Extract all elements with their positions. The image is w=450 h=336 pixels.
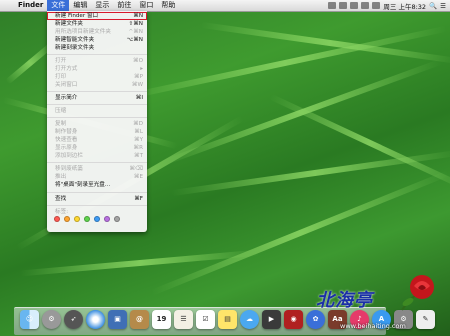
menu-separator (47, 104, 147, 105)
menu-edit[interactable]: 编辑 (69, 0, 91, 11)
menu-item-move-to-trash[interactable]: 移到废纸篓 ⌘⌫ (47, 165, 147, 173)
menu-separator (47, 162, 147, 163)
facetime-icon[interactable]: ▶ (262, 310, 281, 329)
bluetooth-icon[interactable] (328, 2, 337, 9)
menu-item-get-info[interactable]: 显示简介 ⌘I (47, 94, 147, 102)
menu-view[interactable]: 显示 (91, 0, 113, 11)
tag-gray-dot[interactable] (114, 216, 120, 222)
rose-logo (401, 275, 434, 311)
menu-file[interactable]: 文件 (47, 0, 70, 11)
reminders-icon[interactable]: ☑ (196, 310, 215, 329)
menu-separator (47, 117, 147, 118)
tag-red-dot[interactable] (54, 216, 60, 222)
menu-item-make-alias[interactable]: 制作替身 ⌘L (47, 128, 147, 136)
messages-icon[interactable]: ☁ (240, 310, 259, 329)
battery-icon[interactable] (361, 2, 370, 9)
menu-help[interactable]: 帮助 (157, 0, 179, 11)
menu-item-new-folder-with-selection[interactable]: 用所选项目新建文件夹 ^⌘N (47, 28, 147, 36)
rocket-icon[interactable]: ➶ (64, 310, 83, 329)
menu-item-duplicate[interactable]: 复制 ⌘D (47, 120, 147, 128)
menu-item-open-with[interactable]: 打开方式 ▸ (47, 65, 147, 73)
menu-go[interactable]: 前往 (113, 0, 135, 11)
menu-window[interactable]: 窗口 (135, 0, 157, 11)
launchpad-icon[interactable]: ⚙ (42, 310, 61, 329)
menu-separator (47, 192, 147, 193)
tag-green-dot[interactable] (84, 216, 90, 222)
menu-item-compress[interactable]: 压缩 (47, 107, 147, 115)
menu-item-new-folder[interactable]: 新建文件夹 ⇧⌘N (47, 20, 147, 28)
watermark-url: www.beihaiting.com (340, 322, 406, 330)
menu-item-open[interactable]: 打开 ⌘O (47, 57, 147, 65)
notification-center-icon[interactable]: ☰ (440, 2, 446, 10)
menu-item-eject[interactable]: 推出 ⌘E (47, 173, 147, 181)
menu-separator (47, 54, 147, 55)
menu-item-quick-look[interactable]: 快速查看 ⌘Y (47, 136, 147, 144)
menu-item-new-finder-window[interactable]: 新建 Finder 窗口 ⌘N (47, 12, 147, 20)
menu-item-find[interactable]: 查找 ⌘F (47, 195, 147, 203)
menu-item-print[interactable]: 打印 ⌘P (47, 73, 147, 81)
menu-item-new-smart-folder[interactable]: 新建智能文件夹 ⌥⌘N (47, 36, 147, 44)
safari-icon[interactable]: ✦ (86, 310, 105, 329)
menu-item-close-window[interactable]: 关闭窗口 ⌘W (47, 81, 147, 89)
textedit-icon[interactable]: ✎ (416, 310, 435, 329)
tag-colors (54, 216, 120, 222)
menu-item-burn-desktop[interactable]: 将"桌面"刻录至光盘... (47, 181, 147, 189)
menu-separator (47, 91, 147, 92)
tag-purple-dot[interactable] (104, 216, 110, 222)
tag-yellow-dot[interactable] (74, 216, 80, 222)
tag-blue-dot[interactable] (94, 216, 100, 222)
photos-icon[interactable]: ✿ (306, 310, 325, 329)
input-method-icon[interactable] (372, 2, 381, 9)
menu-item-add-to-sidebar[interactable]: 添加到边栏 ⌘T (47, 152, 147, 160)
spotlight-icon[interactable]: 🔍 (429, 2, 437, 10)
preview-icon[interactable]: ▣ (108, 310, 127, 329)
watermark-title: 北海亭 (316, 290, 373, 311)
contacts-icon[interactable]: @ (130, 310, 149, 329)
menu-item-new-burn-folder[interactable]: 新建刻录文件夹 (47, 44, 147, 52)
finder-icon[interactable]: ☺ (20, 310, 39, 329)
notes-icon[interactable]: ☰ (174, 310, 193, 329)
menu-finder[interactable]: Finder (14, 0, 47, 11)
photo-booth-icon[interactable]: ◉ (284, 310, 303, 329)
file-menu: 新建 Finder 窗口 ⌘N 新建文件夹 ⇧⌘N 用所选项目新建文件夹 ^⌘N 新建… (47, 11, 147, 232)
menu-separator (47, 205, 147, 206)
menu-item-show-original[interactable]: 显示原身 ⌘R (47, 144, 147, 152)
tag-orange-dot[interactable] (64, 216, 70, 222)
wifi-icon[interactable] (339, 2, 348, 9)
menubar-clock[interactable]: 周三 上午8:32 (383, 1, 426, 11)
calendar-icon[interactable]: 19 (152, 310, 171, 329)
stickies-icon[interactable]: ▤ (218, 310, 237, 329)
volume-icon[interactable] (350, 2, 359, 9)
menu-item-tags: 标签: (55, 209, 69, 215)
